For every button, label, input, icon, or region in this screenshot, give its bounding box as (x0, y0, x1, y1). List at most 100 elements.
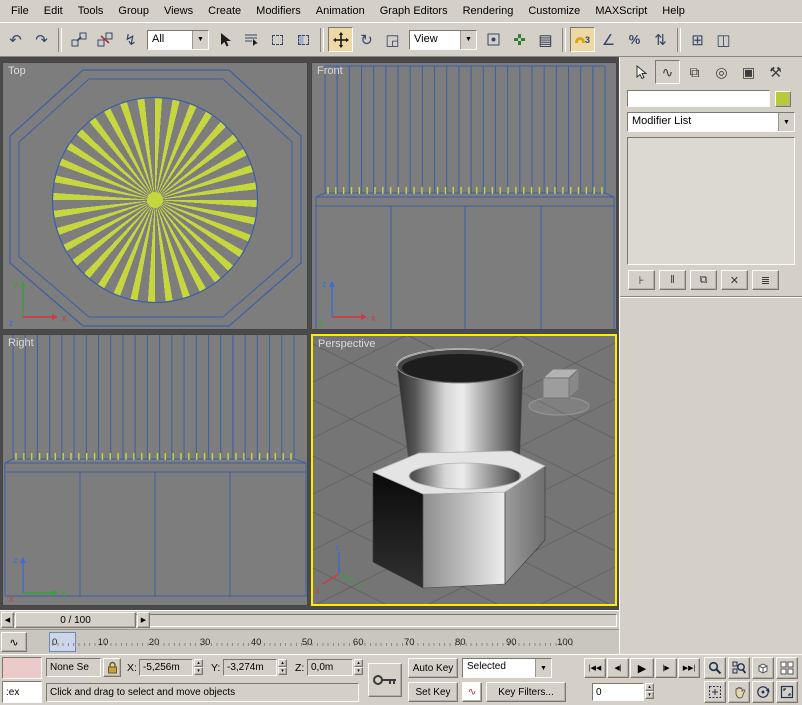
region-zoom-button[interactable] (704, 681, 726, 703)
chevron-down-icon[interactable]: ▼ (778, 113, 794, 131)
menu-views[interactable]: Views (157, 2, 200, 20)
default-tangents-button[interactable]: ∿ (462, 682, 482, 702)
select-and-scale-button[interactable]: ◲ (380, 27, 405, 52)
viewport-perspective[interactable]: z x y Perspective (311, 334, 617, 606)
maxscript-mini-listener[interactable]: :ex (2, 681, 42, 703)
unlink-button[interactable] (92, 27, 117, 52)
menu-graph-editors[interactable]: Graph Editors (373, 2, 455, 20)
chevron-down-icon[interactable]: ▼ (535, 659, 551, 677)
bind-to-spacewarp-button[interactable]: ↯ (118, 27, 143, 52)
coord-z-field[interactable]: 0,0m (307, 659, 353, 676)
object-name-field[interactable] (627, 90, 770, 107)
menu-customize[interactable]: Customize (521, 2, 587, 20)
play-button[interactable]: ▶ (630, 658, 654, 678)
current-frame-field[interactable]: 0 (592, 683, 644, 701)
menu-help[interactable]: Help (655, 2, 692, 20)
rectangular-selection-button[interactable] (265, 27, 290, 52)
macro-recorder-pane[interactable] (2, 657, 42, 679)
viewport-top[interactable]: y x z Top (2, 62, 308, 330)
angle-snap-button[interactable]: ∠ (596, 27, 621, 52)
menu-rendering[interactable]: Rendering (456, 2, 521, 20)
go-to-start-button[interactable]: |◀◀ (584, 658, 606, 678)
select-and-manipulate-button[interactable]: ✜ (507, 27, 532, 52)
menu-modifiers[interactable]: Modifiers (249, 2, 308, 20)
tab-modify[interactable]: ∿ (655, 60, 680, 84)
chevron-down-icon[interactable]: ▼ (460, 31, 476, 49)
chevron-down-icon[interactable]: ▼ (192, 31, 208, 49)
coord-y-spinner[interactable]: ▴▾ (278, 659, 287, 676)
menu-group[interactable]: Group (111, 2, 156, 20)
viewport-right[interactable]: z y x Right (2, 334, 308, 606)
tab-hierarchy[interactable]: ⧉ (682, 60, 707, 84)
selection-filter-dropdown[interactable]: All ▼ (147, 30, 209, 50)
set-key-button[interactable]: Set Key (408, 682, 458, 702)
pan-button[interactable] (728, 681, 750, 703)
coord-x-field[interactable]: -5,256m (139, 659, 193, 676)
viewport-label[interactable]: Right (8, 337, 34, 349)
percent-snap-button[interactable]: % (622, 27, 647, 52)
time-slider-handle[interactable]: 0 / 100 (15, 612, 136, 628)
keyboard-shortcut-override-button[interactable]: ▤ (533, 27, 558, 52)
reference-coordinate-dropdown[interactable]: View ▼ (409, 30, 477, 50)
object-color-swatch[interactable] (775, 91, 791, 107)
previous-frame-arrow[interactable]: ◀ (1, 612, 14, 628)
show-end-result-button[interactable]: ‖ (659, 270, 686, 290)
redo-button[interactable]: ↷ (29, 27, 54, 52)
named-selection-field[interactable]: None Se (46, 658, 101, 677)
use-center-flyout-button[interactable] (481, 27, 506, 52)
frame-spinner[interactable]: ▴▾ (645, 683, 654, 701)
menu-maxscript[interactable]: MAXScript (588, 2, 654, 20)
named-selection-sets-button[interactable]: ⊞ (685, 27, 710, 52)
tab-motion[interactable]: ◎ (709, 60, 734, 84)
viewport-label[interactable]: Top (8, 65, 26, 77)
menu-tools[interactable]: Tools (71, 2, 111, 20)
make-unique-button[interactable]: ⧉ (690, 270, 717, 290)
configure-modifier-sets-button[interactable]: ≣ (752, 270, 779, 290)
select-and-link-button[interactable] (66, 27, 91, 52)
previous-frame-button[interactable]: ◀| (607, 658, 629, 678)
next-frame-arrow[interactable]: ▶ (137, 612, 150, 628)
selection-lock-toggle[interactable] (103, 658, 121, 677)
arc-rotate-button[interactable] (752, 681, 774, 703)
spinner-snap-button[interactable]: ⇅ (648, 27, 673, 52)
coord-y-field[interactable]: -3,274m (223, 659, 277, 676)
select-and-move-button[interactable] (328, 27, 353, 52)
zoom-button[interactable] (704, 657, 726, 679)
tab-utilities[interactable]: ⚒ (763, 60, 788, 84)
select-object-button[interactable] (213, 27, 238, 52)
select-and-rotate-button[interactable]: ↻ (354, 27, 379, 52)
undo-button[interactable]: ↶ (3, 27, 28, 52)
menu-create[interactable]: Create (201, 2, 248, 20)
modifier-stack-list[interactable] (627, 137, 795, 265)
set-keys-button[interactable] (368, 663, 402, 697)
go-to-end-button[interactable]: ▶▶| (678, 658, 700, 678)
pin-stack-button[interactable]: ⊦ (628, 270, 655, 290)
window-crossing-button[interactable] (291, 27, 316, 52)
remove-modifier-button[interactable]: ✕ (721, 270, 748, 290)
coord-z-spinner[interactable]: ▴▾ (354, 659, 363, 676)
modifier-list-dropdown[interactable]: Modifier List ▼ (627, 112, 795, 132)
auto-key-button[interactable]: Auto Key (408, 658, 458, 678)
rotate-icon: ↻ (360, 31, 373, 49)
key-mode-dropdown[interactable]: Selected ▼ (462, 658, 552, 678)
tab-create[interactable] (628, 60, 653, 84)
tab-display[interactable]: ▣ (736, 60, 761, 84)
select-by-name-button[interactable] (239, 27, 264, 52)
trackbar-ruler[interactable]: 0 10 20 30 40 50 60 70 80 90 100 (52, 632, 573, 652)
next-frame-button[interactable]: |▶ (655, 658, 677, 678)
maximize-viewport-toggle[interactable] (776, 681, 798, 703)
viewport-front[interactable]: z x y Front (311, 62, 617, 330)
viewport-label[interactable]: Perspective (318, 338, 375, 350)
zoom-extents-button[interactable] (752, 657, 774, 679)
menu-file[interactable]: File (4, 2, 36, 20)
zoom-all-button[interactable] (728, 657, 750, 679)
mirror-button[interactable]: ◫ (711, 27, 736, 52)
viewport-label[interactable]: Front (317, 65, 343, 77)
menu-animation[interactable]: Animation (309, 2, 372, 20)
coord-x-spinner[interactable]: ▴▾ (194, 659, 203, 676)
snaps-toggle-button[interactable]: 3 (570, 27, 595, 52)
menu-edit[interactable]: Edit (37, 2, 70, 20)
open-mini-curve-editor-button[interactable]: ∿ (1, 632, 27, 652)
zoom-extents-all-button[interactable] (776, 657, 798, 679)
key-filters-button[interactable]: Key Filters... (486, 682, 566, 702)
